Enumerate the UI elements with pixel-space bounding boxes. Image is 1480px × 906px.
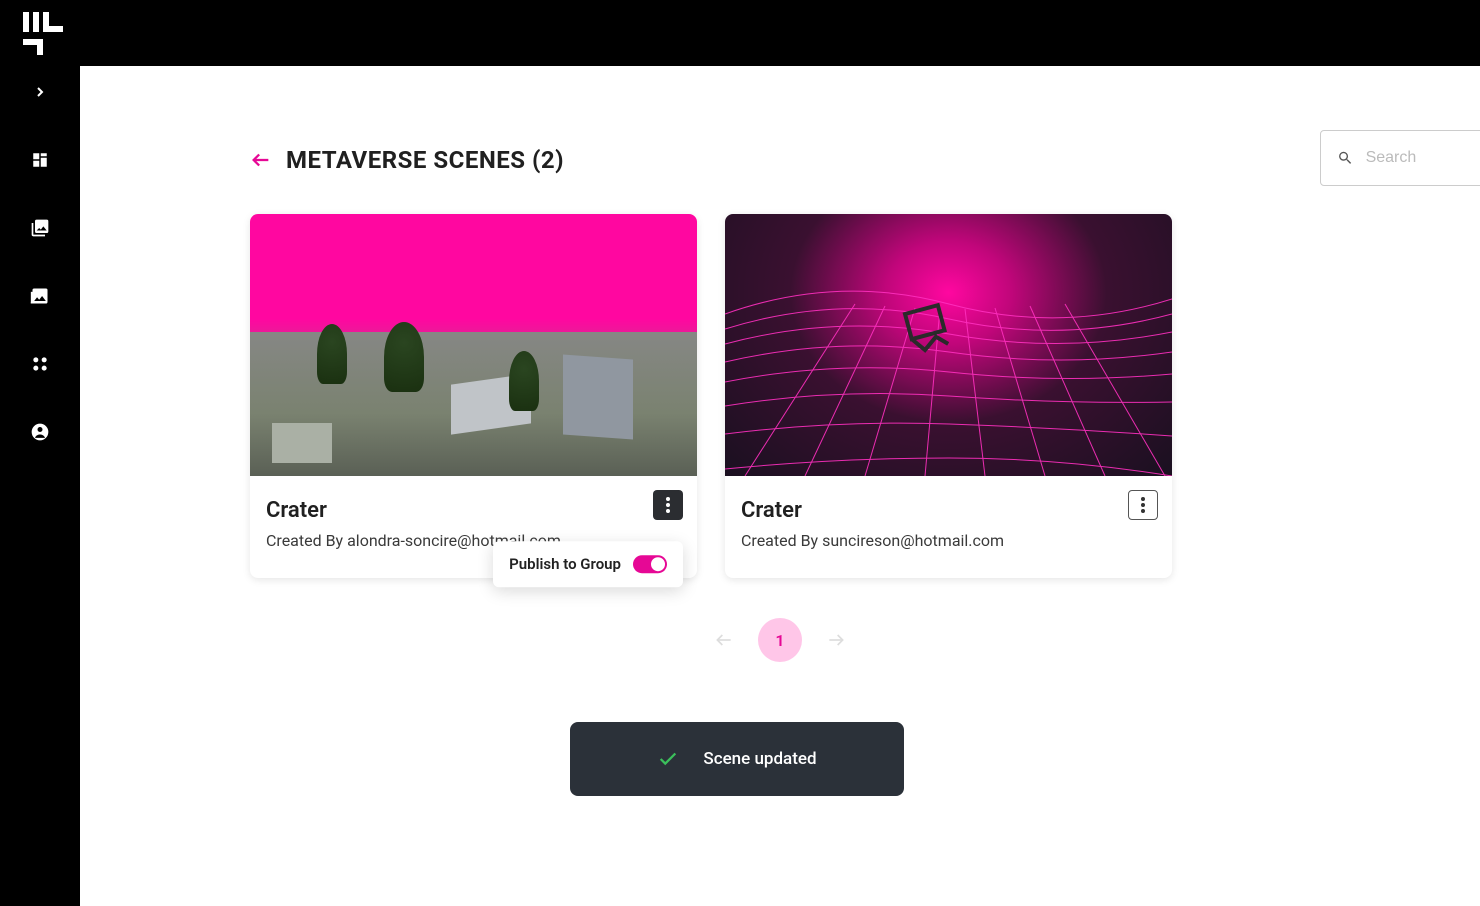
scene-thumbnail xyxy=(725,214,1172,476)
apps-icon[interactable] xyxy=(28,352,52,376)
search-input[interactable] xyxy=(1366,149,1480,167)
search-icon xyxy=(1337,148,1354,168)
images-icon[interactable] xyxy=(28,284,52,308)
publish-popover-label: Publish to Group xyxy=(509,555,621,573)
page-header: METAVERSE SCENES (2) xyxy=(250,146,1480,174)
scene-author: Created By suncireson@hotmail.com xyxy=(741,531,1156,550)
scene-thumbnail xyxy=(250,214,697,476)
card-more-button[interactable] xyxy=(653,490,683,520)
page-title: METAVERSE SCENES (2) xyxy=(286,146,564,174)
more-vertical-icon xyxy=(666,497,670,513)
dashboard-icon[interactable] xyxy=(28,148,52,172)
scene-cards: Publish to Group Crater Created By alond… xyxy=(250,214,1480,578)
publish-toggle[interactable] xyxy=(633,555,667,573)
sidebar-expand-button[interactable] xyxy=(28,80,52,104)
scene-title: Crater xyxy=(266,498,681,523)
back-arrow-icon[interactable] xyxy=(250,149,272,171)
scene-card[interactable]: Publish to Group Crater Created By alond… xyxy=(250,214,697,578)
publish-popover: Publish to Group xyxy=(493,541,683,587)
scene-title: Crater xyxy=(741,498,1156,523)
search-box[interactable] xyxy=(1320,130,1480,186)
pagination: 1 xyxy=(80,618,1480,662)
toast-message: Scene updated xyxy=(703,749,816,769)
card-more-button[interactable] xyxy=(1128,490,1158,520)
logo xyxy=(20,9,68,57)
scene-card[interactable]: Crater Created By suncireson@hotmail.com xyxy=(725,214,1172,578)
page-number[interactable]: 1 xyxy=(758,618,802,662)
check-icon xyxy=(657,748,679,770)
more-vertical-icon xyxy=(1141,497,1145,513)
toast-notification: Scene updated xyxy=(570,722,904,796)
collections-icon[interactable] xyxy=(28,216,52,240)
account-icon[interactable] xyxy=(28,420,52,444)
prev-page-button[interactable] xyxy=(714,630,734,650)
sidebar xyxy=(0,0,80,906)
next-page-button[interactable] xyxy=(826,630,846,650)
card-body: Crater Created By suncireson@hotmail.com xyxy=(725,476,1172,578)
topbar xyxy=(0,0,1480,66)
main-content: METAVERSE SCENES (2) Publish to Group Cr… xyxy=(80,66,1480,856)
